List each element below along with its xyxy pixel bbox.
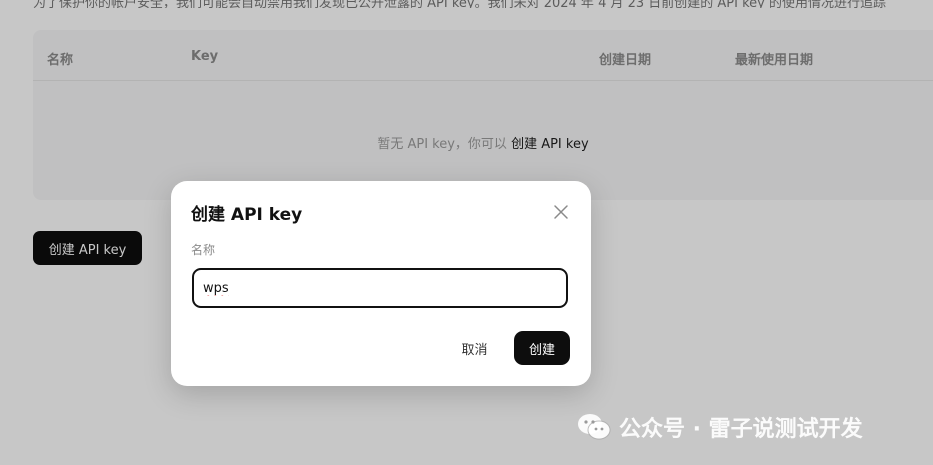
wechat-icon <box>578 414 611 440</box>
watermark: 公众号 · 雷子说测试开发 <box>577 410 917 444</box>
create-button[interactable]: 创建 <box>514 331 570 365</box>
close-icon[interactable] <box>553 204 569 220</box>
create-api-key-dialog: 创建 API key 名称 取消 创建 <box>171 181 591 386</box>
watermark-text: 公众号 · 雷子说测试开发 <box>619 417 863 442</box>
cancel-button[interactable]: 取消 <box>447 333 502 363</box>
name-field-label: 名称 <box>191 243 216 257</box>
name-input[interactable] <box>192 268 568 308</box>
dialog-title: 创建 API key <box>191 205 303 225</box>
